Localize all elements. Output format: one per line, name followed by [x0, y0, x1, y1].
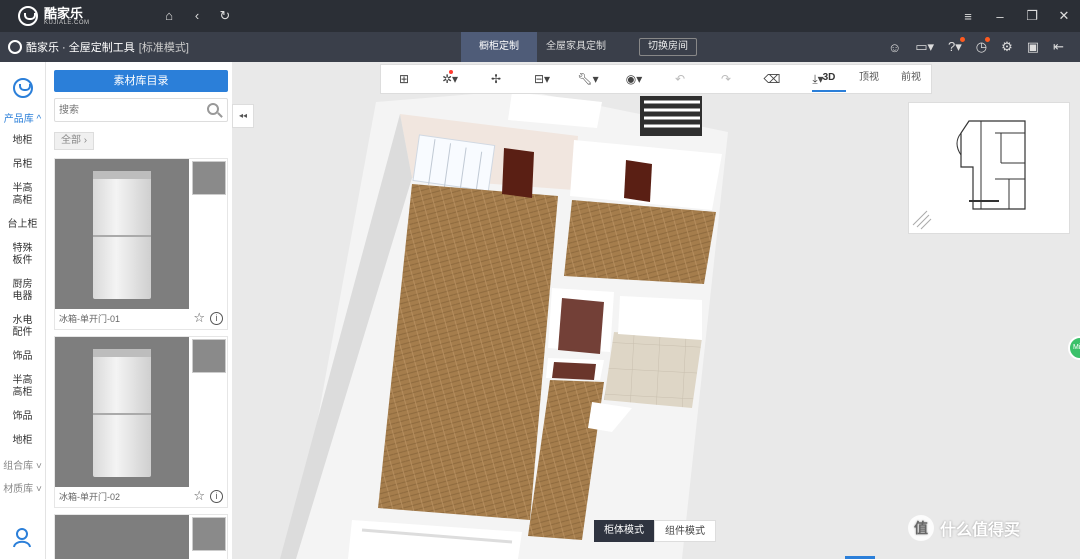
rail-item-floor-cabinet[interactable]: 地柜: [0, 129, 45, 153]
rail-item-tall-cabinet-2[interactable]: 半高 高柜: [0, 369, 45, 405]
view-top-tab[interactable]: 顶视: [852, 64, 886, 92]
left-rail: 产品库 ^ 地柜 吊柜 半高 高柜 台上柜 特殊 板件 厨房 电器 水电 配件 …: [0, 62, 46, 559]
view-front-tab[interactable]: 前视: [894, 64, 928, 92]
design-canvas[interactable]: ⊞ ✲▾ ✢ ⊟▾ 🔧︎▾ ◉▾ ↶ ↷ ⌫ ⤓▾ 3D 顶视 前视 柜体模式 …: [232, 62, 1080, 559]
rail-item-wall-cabinet[interactable]: 吊柜: [0, 153, 45, 177]
product-thumbnail[interactable]: [192, 161, 226, 195]
favorite-star-icon[interactable]: ☆: [193, 488, 205, 504]
floorplan-minimap[interactable]: [908, 102, 1070, 234]
logo-mark-icon: [18, 6, 38, 26]
info-icon[interactable]: i: [210, 490, 223, 503]
search-icon[interactable]: [207, 103, 219, 115]
title-bar: 酷家乐 KUJIALE.COM ⌂ ‹ ↻ ≡ – ❐ ✕: [0, 0, 1080, 32]
fan-icon[interactable]: ✢: [473, 72, 519, 86]
cabinet-mode-button[interactable]: 柜体模式: [594, 520, 654, 542]
app-header-logo: 酷家乐 · 全屋定制工具 [标准模式]: [8, 39, 189, 55]
info-icon[interactable]: i: [210, 312, 223, 325]
product-card[interactable]: 冰箱-单开门-02 ☆ i: [54, 336, 228, 508]
rail-item-kitchen-appliance[interactable]: 厨房 电器: [0, 273, 45, 309]
search-box[interactable]: [54, 98, 228, 122]
history-icon[interactable]: ◷: [976, 37, 991, 55]
rail-item-counter-cabinet[interactable]: 台上柜: [0, 213, 45, 237]
logo-main-text: 酷家乐: [44, 5, 84, 21]
app-header-actions: ☺ ▭▾ ?▾ ◷ ⚙ ▣ ⇤: [888, 32, 1064, 62]
canvas-toolbar: ⊞ ✲▾ ✢ ⊟▾ 🔧︎▾ ◉▾ ↶ ↷ ⌫ ⤓▾: [380, 64, 932, 94]
cabinet-icon[interactable]: ⊟▾: [519, 72, 565, 86]
wrench-icon[interactable]: 🔧︎▾: [565, 72, 611, 86]
product-card[interactable]: [54, 514, 228, 559]
product-thumbnail[interactable]: [192, 339, 226, 373]
product-name: 冰箱-单开门-01: [59, 314, 121, 324]
help-icon[interactable]: ?▾: [948, 37, 965, 55]
view-3d-tab[interactable]: 3D: [812, 64, 846, 92]
rail-item-special-panel[interactable]: 特殊 板件: [0, 237, 45, 273]
rail-item-plumbing[interactable]: 水电 配件: [0, 309, 45, 345]
menu-icon[interactable]: ≡: [962, 9, 974, 24]
tab-whole-house-furniture[interactable]: 全屋家具定制: [540, 32, 612, 62]
logo-sub-text: KUJIALE.COM: [44, 19, 90, 26]
app-logo: 酷家乐 KUJIALE.COM: [18, 6, 138, 26]
material-library-header[interactable]: 材质库 ˅: [0, 476, 45, 499]
app-logo-icon: [8, 40, 22, 54]
rail-logo-icon: [12, 78, 33, 98]
tab-cabinet-custom[interactable]: 橱柜定制: [461, 32, 537, 62]
product-name: 冰箱-单开门-02: [59, 492, 121, 502]
app-header: 酷家乐 · 全屋定制工具 [标准模式] 橱柜定制 全屋家具定制 切换房间 ☺ ▭…: [0, 32, 1080, 62]
product-image: [55, 515, 189, 559]
home-icon[interactable]: ⌂: [162, 8, 176, 24]
window-controls: ≡ – ❐ ✕: [962, 0, 1070, 32]
app-title: 酷家乐 · 全屋定制工具: [26, 42, 135, 54]
eraser-icon[interactable]: ⌫: [749, 72, 795, 86]
restore-icon[interactable]: ❐: [1026, 8, 1038, 24]
search-input[interactable]: [59, 99, 199, 121]
save-icon[interactable]: ▣: [1027, 39, 1039, 55]
watermark-text: 什么值得买: [940, 522, 1021, 539]
settings-icon[interactable]: ⚙: [1001, 39, 1013, 55]
favorite-star-icon[interactable]: ☆: [193, 310, 205, 326]
product-thumbnail[interactable]: [192, 517, 226, 551]
rail-item-floor-cabinet-2[interactable]: 地柜: [0, 429, 45, 453]
undo-icon[interactable]: ↶: [657, 72, 703, 86]
user-icon[interactable]: [12, 527, 34, 549]
product-library-header[interactable]: 产品库 ^: [0, 106, 45, 129]
rail-item-decor[interactable]: 饰品: [0, 345, 45, 369]
minimap-drawing: [912, 120, 1026, 230]
product-card[interactable]: 冰箱-单开门-01 ☆ i: [54, 158, 228, 330]
combo-library-header[interactable]: 组合库 ˅: [0, 453, 45, 476]
redo-icon[interactable]: ↷: [703, 72, 749, 86]
browser-nav: ⌂ ‹ ↻: [162, 8, 232, 24]
product-image: [55, 337, 189, 487]
message-icon[interactable]: ▭▾: [915, 39, 934, 55]
mode-switch: 柜体模式 组件模式: [594, 520, 716, 542]
exit-icon[interactable]: ⇤: [1053, 39, 1064, 55]
layout-icon[interactable]: ⊞: [381, 72, 427, 86]
material-library-panel: 素材库目录 全部 › 冰箱-单开门-01 ☆ i 冰箱-单开门-02 ☆ i: [46, 62, 232, 559]
rail-item-tall-cabinet[interactable]: 半高 高柜: [0, 177, 45, 213]
close-icon[interactable]: ✕: [1058, 8, 1070, 24]
component-mode-button[interactable]: 组件模式: [654, 520, 716, 542]
lighting-icon[interactable]: ✲▾: [427, 70, 473, 86]
watermark-badge: 值: [908, 515, 934, 541]
watermark: 值 什么值得买: [908, 515, 1020, 541]
rail-item-decor-2[interactable]: 饰品: [0, 405, 45, 429]
product-image: [55, 159, 189, 309]
switch-room-button[interactable]: 切换房间: [639, 38, 697, 56]
back-icon[interactable]: ‹: [190, 8, 204, 24]
minimize-icon[interactable]: –: [994, 9, 1006, 24]
collapse-panel-button[interactable]: ◂◂: [232, 104, 254, 128]
filter-all[interactable]: 全部 ›: [54, 132, 95, 150]
catalog-button[interactable]: 素材库目录: [54, 70, 228, 92]
service-icon[interactable]: ☺: [888, 40, 901, 55]
refresh-icon[interactable]: ↻: [218, 8, 232, 24]
eye-icon[interactable]: ◉▾: [611, 72, 657, 86]
app-mode: [标准模式]: [138, 42, 189, 54]
